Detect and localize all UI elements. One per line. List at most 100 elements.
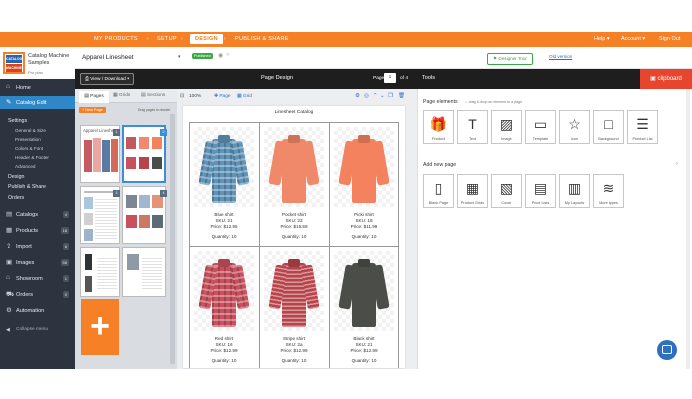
help-menu[interactable]: Help ▾ — [594, 36, 610, 42]
product-quantity[interactable]: Quantity: 10 — [189, 234, 259, 239]
element-icon[interactable]: ☆ Icon — [559, 110, 590, 144]
tab-grids[interactable]: ▦ Grids — [113, 93, 130, 98]
product-card[interactable]: Black shirt SKU: 21 Price: $12.99 Quantity:… — [329, 247, 399, 370]
element-background[interactable]: □ Background — [593, 110, 624, 144]
sidebar-orders-sub[interactable]: Orders — [8, 195, 24, 201]
element-image[interactable]: ▨ Image — [491, 110, 522, 144]
move-up-icon[interactable]: ⌃ — [373, 93, 378, 99]
sidebar-item-orders[interactable]: ⛟ Orders 0 — [0, 288, 75, 301]
thumb-photo — [152, 215, 163, 228]
tools-header: Tools ▣ clipboard — [417, 69, 692, 89]
element-label: Product — [431, 137, 446, 141]
target-icon[interactable]: ◎ — [364, 93, 369, 99]
new-page-button[interactable]: + New Page — [79, 107, 106, 113]
add-page-button[interactable]: + — [81, 299, 119, 355]
eye-icon[interactable]: ◉ — [218, 52, 223, 59]
account-menu[interactable]: Account ▾ — [621, 36, 645, 42]
sidebar-item-home[interactable]: ⌂ Home — [0, 81, 75, 94]
product-image[interactable] — [264, 251, 324, 331]
grid-view-button[interactable]: ▦ Grid — [237, 94, 252, 99]
tools-scrollbar[interactable] — [686, 89, 690, 369]
move-down-icon[interactable]: ⌄ — [380, 93, 385, 99]
sign-out-link[interactable]: Sign Out — [659, 36, 680, 42]
element-product[interactable]: 🎁 Product — [423, 110, 454, 144]
drag-hint: ⇔ drag & drop an element to a page — [464, 100, 523, 104]
new-page-my-layouts[interactable]: ▥ My Layouts — [559, 174, 590, 208]
sidebar-settings[interactable]: Settings — [8, 118, 27, 124]
catalog-page[interactable]: Linesheet Catalog Blue shirt SKU: 21 Price… — [183, 106, 405, 368]
nav-publish-share[interactable]: PUBLISH & SHARE — [235, 36, 289, 42]
chat-button[interactable] — [657, 340, 677, 360]
product-image[interactable] — [264, 127, 324, 207]
sidebar-item-import[interactable]: ⇪ Import 6 — [0, 240, 75, 253]
product-card[interactable]: Stripe shirt SKU: 2a Price: $12.99 Quantity… — [259, 247, 329, 370]
page-type-label: Product Grids — [460, 201, 485, 205]
product-quantity[interactable]: Quantity: 10 — [259, 234, 329, 239]
sidebar-item-showroom[interactable]: ⌂ Showroom 1 — [0, 272, 75, 285]
product-quantity[interactable]: Quantity: 10 — [189, 358, 259, 363]
brand-area: CATALOG MACHINE Catalog Machine Samples … — [0, 47, 75, 79]
tab-sections[interactable]: ▤ Sections — [141, 93, 165, 98]
product-image[interactable] — [194, 127, 254, 207]
clipboard-button[interactable]: ▣ clipboard — [640, 69, 692, 89]
page-view-button[interactable]: ✚ Page — [214, 94, 231, 99]
nav-design[interactable]: DESIGN — [190, 34, 223, 44]
nav-my-products[interactable]: MY PRODUCTS — [94, 36, 138, 42]
sidebar-publish-share[interactable]: Publish & Share — [8, 184, 46, 190]
sidebar-design[interactable]: Design — [8, 174, 25, 180]
product-image[interactable] — [334, 127, 394, 207]
view-download-button[interactable]: ⎙ View / Download ▾ — [80, 73, 135, 85]
sidebar-sub-header-footer[interactable]: Header & Footer — [15, 155, 49, 160]
copy-icon[interactable]: ❐ — [388, 93, 393, 99]
product-quantity[interactable]: Quantity: 10 — [329, 358, 399, 363]
catalog-title[interactable]: Apparel Linesheet — [82, 54, 134, 61]
new-page-price-lists[interactable]: ▤ Price Lists — [525, 174, 556, 208]
sidebar-sub-colors[interactable]: Colors & Font — [15, 146, 43, 151]
product-quantity[interactable]: Quantity: 10 — [259, 358, 329, 363]
product-image[interactable] — [334, 251, 394, 331]
product-quantity[interactable]: Quantity: 10 — [329, 234, 399, 239]
sidebar-item-label: Catalog Edit — [16, 99, 47, 106]
sidebar-item-label: Products — [16, 227, 39, 234]
nav-setup[interactable]: SETUP — [157, 36, 177, 42]
sidebar-item-catalogs[interactable]: ▤ Catalogs 4 — [0, 208, 75, 221]
product-card[interactable]: Red shirt SKU: 16 Price: $12.99 Quantity: 1… — [189, 247, 259, 370]
new-page-blank-page[interactable]: ▯ Blank Page — [423, 174, 454, 208]
sidebar-item-catalog-edit[interactable]: ✎ Catalog Edit — [0, 96, 75, 109]
element-text[interactable]: T Text — [457, 110, 488, 144]
new-page-more-types[interactable]: ≋ More types — [593, 174, 624, 208]
page-thumbnail-6[interactable] — [122, 247, 166, 297]
collapse-menu[interactable]: ◀ Collapse menu — [0, 323, 75, 336]
sidebar-item-images[interactable]: ▣ Images 56 — [0, 256, 75, 269]
comment-icon[interactable]: ○ — [226, 52, 230, 58]
sidebar-item-automation[interactable]: ⚙ Automation — [0, 304, 75, 317]
settings-icon[interactable]: ⚙ — [355, 93, 360, 99]
new-page-cover[interactable]: ▧ Cover — [491, 174, 522, 208]
chevron-down-icon[interactable]: ▾ — [178, 54, 181, 60]
chevron-right-icon[interactable]: › — [676, 161, 678, 167]
sidebar-item-label: Orders — [16, 291, 34, 298]
product-image[interactable] — [194, 251, 254, 331]
sidebar-item-products[interactable]: ▦ Products 18 — [0, 224, 75, 237]
sidebar-item-label: Home — [16, 84, 31, 91]
page-thumbnail-5[interactable] — [80, 247, 120, 297]
page-heading[interactable]: Linesheet Catalog — [183, 110, 405, 115]
product-card[interactable]: Blue shirt SKU: 21 Price: $12.95 Quantity: … — [189, 123, 259, 246]
old-version-link[interactable]: Old version — [549, 54, 572, 59]
product-card[interactable]: Pocket shirt SKU: 23 Price: $15.59 Quantity… — [259, 123, 329, 246]
sidebar-sub-general[interactable]: General & Size — [15, 128, 46, 133]
delete-icon[interactable]: 🗑 — [398, 93, 405, 99]
pages-scrollbar[interactable] — [170, 114, 175, 364]
designer-tour-button[interactable]: ⚑ Designer Tour — [487, 53, 533, 65]
new-page-product-grids[interactable]: ▦ Product Grids — [457, 174, 488, 208]
element-template[interactable]: ▭ Template — [525, 110, 556, 144]
zoom-level[interactable]: 100% — [189, 94, 201, 99]
sidebar-sub-presentation[interactable]: Presentation — [15, 137, 41, 142]
page-number-input[interactable]: 1 — [384, 73, 396, 83]
tab-pages[interactable]: ▤ Pages — [79, 91, 109, 103]
sidebar-item-label: Catalogs — [16, 211, 39, 218]
product-card[interactable]: Picki shirt SKU: 18 Price: $11.99 Quantity:… — [329, 123, 399, 246]
element-product-list[interactable]: ☰ Product List — [627, 110, 658, 144]
zoom-icon[interactable]: ⊡ — [180, 94, 184, 99]
sidebar-sub-advanced[interactable]: Advanced — [15, 164, 35, 169]
